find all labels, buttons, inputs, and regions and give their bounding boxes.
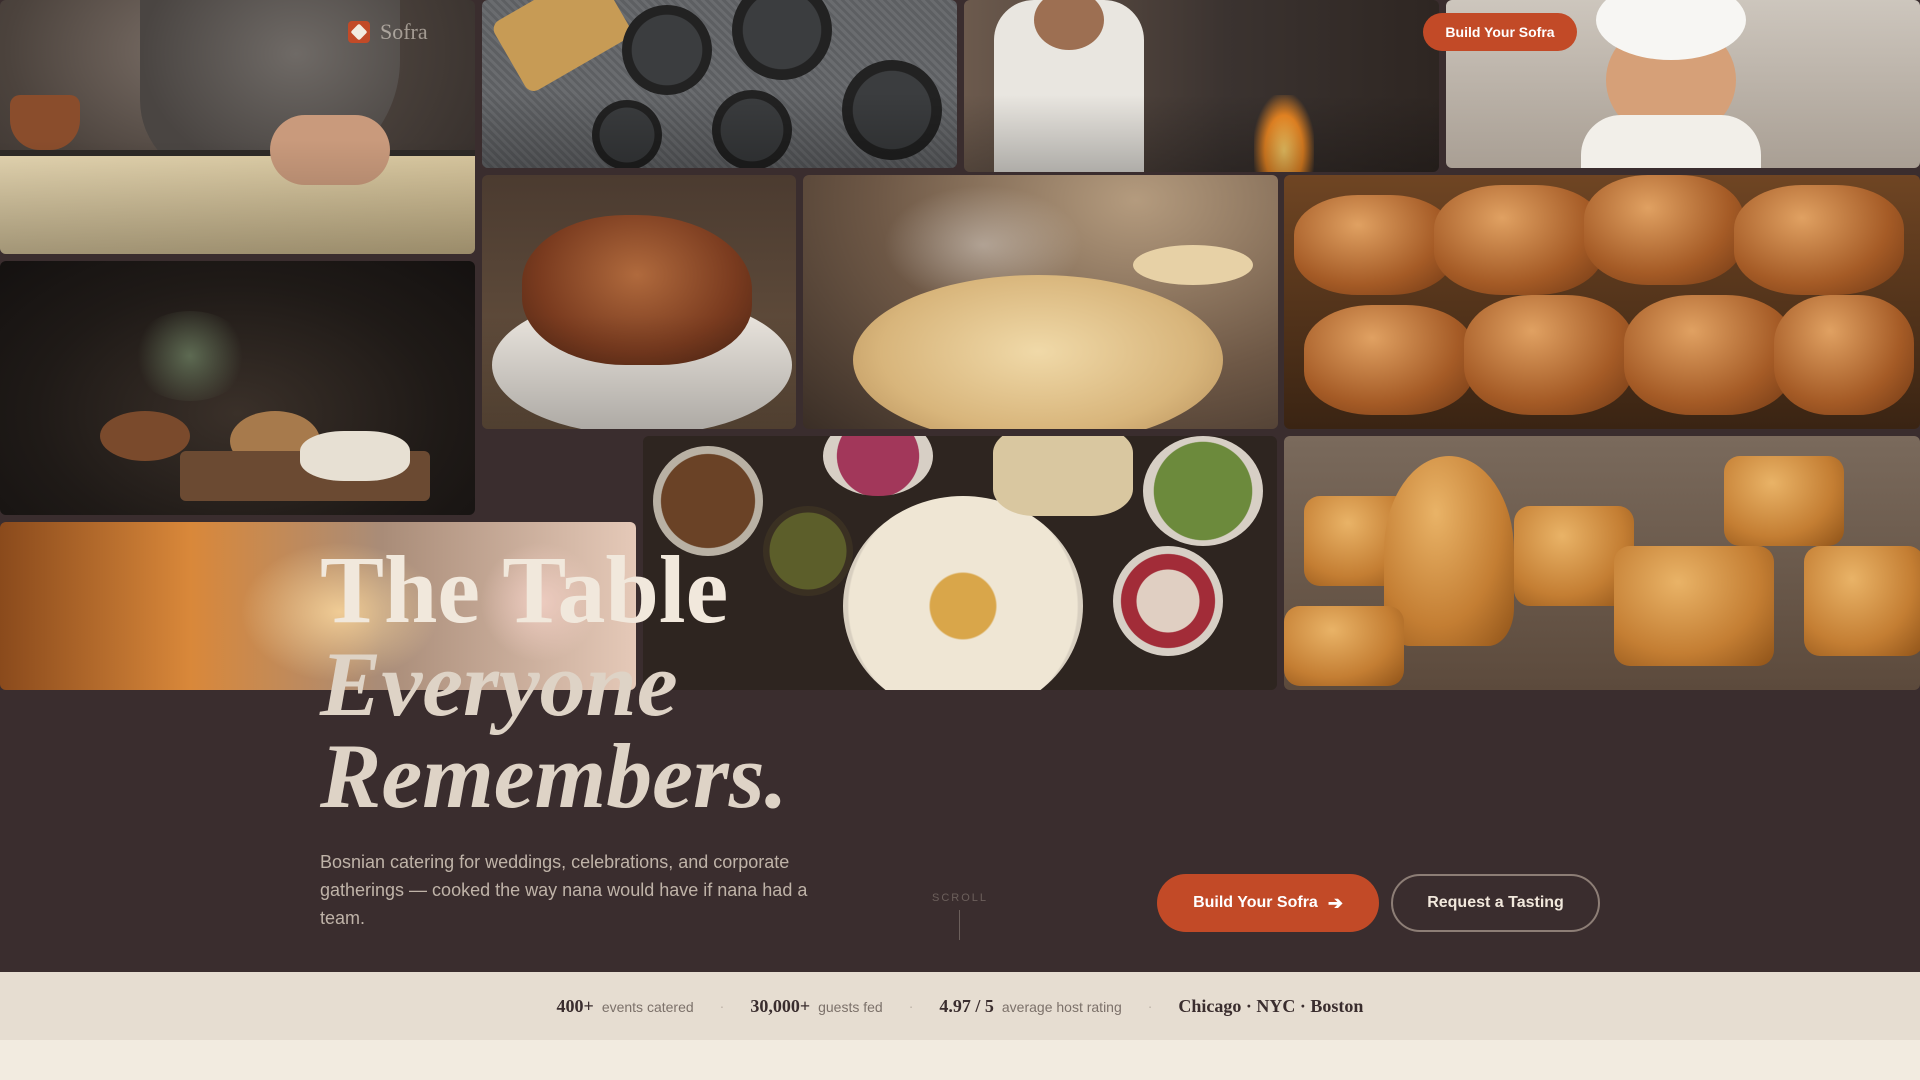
stats-strip: 400+ events catered · 30,000+ guests fed… bbox=[0, 972, 1920, 1040]
page-continuation bbox=[0, 1040, 1920, 1080]
sofra-logo-icon bbox=[348, 21, 370, 43]
stat-separator: · bbox=[719, 998, 725, 1014]
pastries-photo bbox=[1284, 175, 1920, 429]
build-your-sofra-label: Build Your Sofra bbox=[1193, 894, 1318, 911]
brand-name: Sofra bbox=[380, 19, 428, 44]
stat-value: 4.97 / 5 bbox=[939, 995, 994, 1016]
flatbread-photo bbox=[803, 175, 1278, 429]
still-life-bread-photo bbox=[0, 261, 475, 515]
hero-headline: The Table Everyone Remembers. bbox=[320, 536, 788, 827]
headline-line-1: The Table bbox=[320, 536, 729, 643]
stat-events: 400+ events catered bbox=[557, 996, 694, 1017]
nav-build-your-sofra-button[interactable]: Build Your Sofra bbox=[1423, 13, 1577, 51]
request-tasting-label: Request a Tasting bbox=[1427, 894, 1564, 911]
stat-label: average host rating bbox=[1001, 998, 1122, 1015]
brand-logo[interactable]: Sofra bbox=[348, 19, 428, 44]
headline-line-3: Remembers. bbox=[320, 725, 788, 827]
stat-guests: 30,000+ guests fed bbox=[750, 996, 882, 1017]
service-cities: Chicago · NYC · Boston bbox=[1178, 995, 1364, 1016]
top-navigation: Sofra Build Your Sofra bbox=[0, 0, 1920, 64]
stat-value: 30,000+ bbox=[750, 995, 811, 1016]
stat-rating: 4.97 / 5 average host rating bbox=[939, 996, 1121, 1017]
arrow-right-icon: ➔ bbox=[1327, 892, 1343, 913]
stat-label: guests fed bbox=[818, 998, 883, 1015]
request-tasting-button[interactable]: Request a Tasting bbox=[1391, 874, 1600, 932]
roast-lamb-photo bbox=[482, 175, 796, 429]
headline-line-2: Everyone bbox=[320, 633, 678, 735]
stat-separator: · bbox=[908, 998, 914, 1014]
scroll-line bbox=[959, 910, 960, 940]
baklava-photo bbox=[1284, 436, 1920, 690]
scroll-indicator[interactable]: SCROLL bbox=[932, 892, 988, 904]
hero-section: Sofra Build Your Sofra The Table Everyon… bbox=[0, 0, 1920, 972]
hero-subtext: Bosnian catering for weddings, celebrati… bbox=[320, 852, 808, 928]
build-your-sofra-button[interactable]: Build Your Sofra ➔ bbox=[1157, 874, 1379, 932]
stat-separator: · bbox=[1147, 998, 1153, 1014]
stat-value: 400+ bbox=[556, 995, 594, 1016]
stat-label: events catered bbox=[601, 998, 694, 1015]
